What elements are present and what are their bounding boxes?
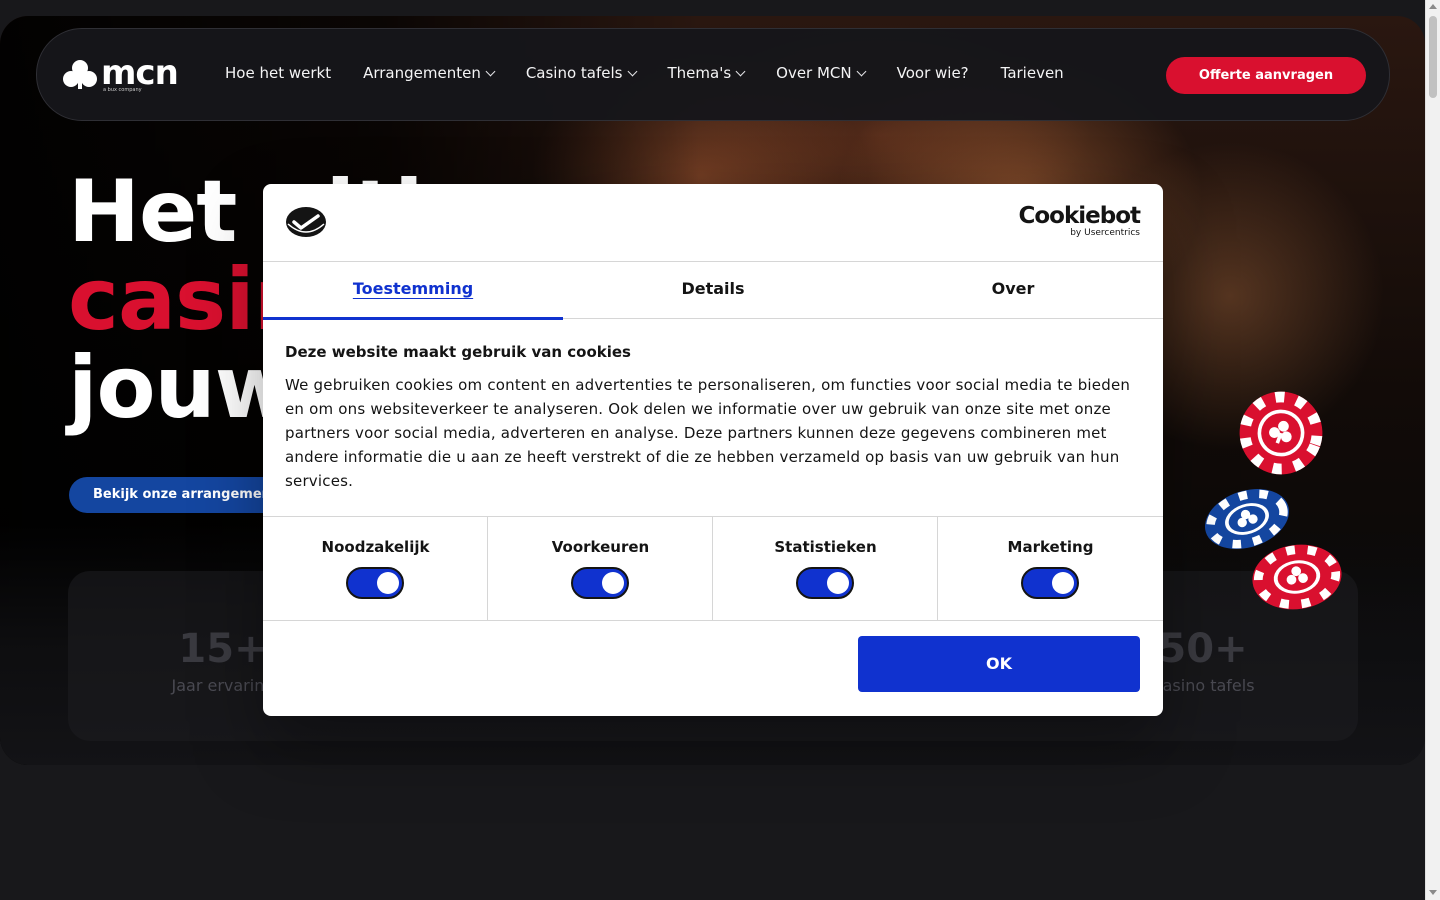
dialog-body: Deze website maakt gebruik van cookies W… [285,343,1141,493]
tab-label: Over [991,279,1035,298]
cookiebot-brand-sub: by Usercentrics [1070,228,1140,238]
dialog-header: Cookiebot by Usercentrics [263,184,1163,262]
toggle-label: Marketing [1007,538,1094,556]
switch-knob [827,572,849,594]
page: Het ultieme casino jouw Bekijk onze arra… [0,0,1425,900]
nav-item-themas[interactable]: Thema's [667,64,746,82]
nav-item-hoe-het-werkt[interactable]: Hoe het werkt [225,64,331,82]
poker-chip-red-icon [1243,535,1350,620]
dialog-tabs: Toestemming Details Over [263,262,1163,320]
toggle-voorkeuren: Voorkeuren [488,517,713,621]
marketing-switch[interactable] [1021,567,1079,599]
chevron-down-icon [735,66,746,77]
stat-number: 15+ [178,626,268,672]
scroll-thumb[interactable] [1429,16,1437,98]
nav-item-casino-tafels[interactable]: Casino tafels [525,64,637,82]
tab-label: Toestemming [352,279,474,298]
toggle-statistieken: Statistieken [713,517,938,621]
club-icon [63,60,97,89]
nav-item-label: Hoe het werkt [225,64,332,82]
cookie-consent-dialog: Cookiebot by Usercentrics Toestemming De… [263,184,1163,716]
nav-item-tarieven[interactable]: Tarieven [1001,64,1064,82]
tab-label: Details [681,279,745,298]
switch-knob [602,572,624,594]
cookiebot-brand-name: Cookiebot [1018,203,1141,229]
chevron-down-icon [485,66,496,77]
mcn-logo[interactable]: mcn a bux company [61,53,191,95]
noodzakelijk-switch[interactable] [346,567,404,599]
tab-over[interactable]: Over [863,262,1163,319]
toggle-marketing: Marketing [938,517,1163,621]
chevron-down-icon [856,66,867,77]
toggle-noodzakelijk: Noodzakelijk [263,517,488,621]
statistieken-switch[interactable] [796,567,854,599]
nav-item-arrangementen[interactable]: Arrangementen [363,64,496,82]
tab-toestemming[interactable]: Toestemming [263,262,563,320]
cookiebot-brand[interactable]: Cookiebot by Usercentrics [1018,203,1141,238]
nav-item-label: Arrangementen [363,64,481,82]
ok-button[interactable]: OK [858,636,1140,692]
nav-item-label: Thema's [667,64,732,82]
nav-item-label: Casino tafels [525,64,623,82]
main-navigation: mcn a bux company Hoe het werkt Arrangem… [36,28,1390,121]
stat-years: 15+ Jaar ervaring [168,626,278,695]
logo-subtext: a bux company [103,87,142,93]
cookiebot-logo-icon [286,207,326,237]
scrollbar[interactable] [1425,0,1440,900]
stat-label: Jaar ervaring [171,676,275,695]
switch-knob [377,572,399,594]
chevron-down-icon [627,66,637,77]
scroll-down-icon[interactable] [1429,890,1437,895]
dialog-heading: Deze website maakt gebruik van cookies [285,343,631,361]
nav-item-over-mcn[interactable]: Over MCN [776,64,867,82]
consent-toggles: Noodzakelijk Voorkeuren Statistieken Mar… [263,516,1163,621]
nav-item-voor-wie[interactable]: Voor wie? [897,64,969,82]
toggle-label: Statistieken [774,538,877,556]
scroll-up-icon[interactable] [1429,4,1437,9]
toggle-label: Voorkeuren [551,538,650,556]
tab-details[interactable]: Details [563,262,863,319]
nav-item-label: Tarieven [1000,64,1064,82]
nav-item-label: Voor wie? [896,64,969,82]
nav-menu: Hoe het werkt Arrangementen Casino tafel… [225,64,1096,82]
dialog-description: We gebruiken cookies om content en adver… [285,376,1131,490]
voorkeuren-switch[interactable] [571,567,629,599]
nav-item-label: Over MCN [776,64,852,82]
request-quote-button[interactable]: Offerte aanvragen [1166,57,1366,94]
toggle-label: Noodzakelijk [321,538,430,556]
switch-knob [1052,572,1074,594]
